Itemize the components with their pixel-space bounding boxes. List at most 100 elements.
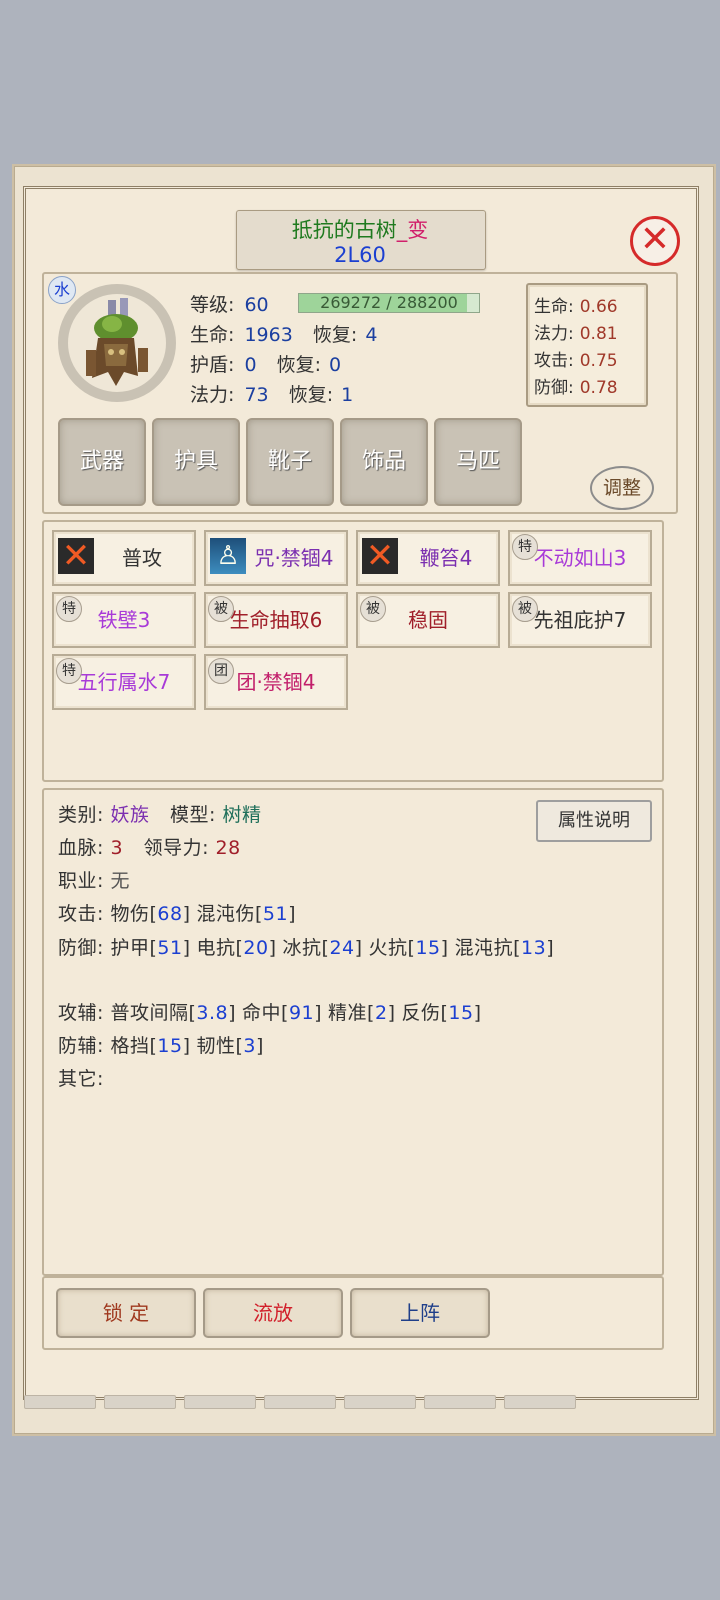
attr-item-value: 15 <box>448 1002 474 1024</box>
attr-item-bracket: ] <box>387 1002 396 1024</box>
attr-item: 反伤[15] <box>401 1002 481 1024</box>
growth-value: 0.78 <box>579 378 618 398</box>
skill-type-badge: 被 <box>512 596 538 622</box>
attr-item: 普攻间隔[3.8] <box>110 1002 236 1024</box>
skill-slot[interactable]: 特铁壁3 <box>52 592 196 648</box>
skill-slot[interactable]: ✕ 鞭笞4 <box>356 530 500 586</box>
lock-button[interactable]: 锁 定 <box>56 1288 196 1338</box>
attr-item: 电抗[20] <box>196 937 276 959</box>
attr-item-bracket: ] <box>314 1002 323 1024</box>
skill-type-badge: 团 <box>208 658 234 684</box>
attr-item-name: 韧性[ <box>196 1035 244 1057</box>
attr-item: 精准[2] <box>328 1002 395 1024</box>
attr-item-bracket: ] <box>256 1035 264 1057</box>
attr-item-value: 3.8 <box>196 1002 229 1024</box>
skill-slot[interactable]: ♙ 咒·禁锢4 <box>204 530 348 586</box>
skill-slot[interactable]: 被稳固 <box>356 592 500 648</box>
attr-item: 护甲[51] <box>110 937 190 959</box>
equip-slot-boots[interactable]: 靴子 <box>246 418 334 506</box>
attr-item-bracket: ] <box>354 937 363 959</box>
def-aux-label: 防辅: <box>58 1035 104 1057</box>
other-label: 其它: <box>58 1068 104 1090</box>
attr-item-bracket: ] <box>546 937 555 959</box>
hp-regen-value: 4 <box>365 324 378 346</box>
skill-type-badge: 特 <box>56 658 82 684</box>
hp-value: 1963 <box>244 324 293 346</box>
defense-label: 防御: <box>58 937 104 959</box>
level-label: 等级: <box>190 294 235 316</box>
skill-type-badge: 被 <box>208 596 234 622</box>
skill-type-badge: 特 <box>56 596 82 622</box>
skill-slot[interactable]: 特五行属水7 <box>52 654 196 710</box>
attr-item-bracket: ] <box>228 1002 237 1024</box>
tab-stub <box>344 1395 416 1409</box>
growth-row: 防御: 0.78 <box>534 373 618 398</box>
skill-slot[interactable]: 被生命抽取6 <box>204 592 348 648</box>
deploy-button[interactable]: 上阵 <box>350 1288 490 1338</box>
tab-stub <box>104 1395 176 1409</box>
close-icon: ✕ <box>639 219 671 260</box>
exp-text: 269272 / 288200 <box>320 293 458 312</box>
attack-items: 物伤[68] 混沌伤[51] <box>110 903 296 925</box>
attribute-explain-button[interactable]: 属性说明 <box>536 800 652 842</box>
skill-slot[interactable]: 被先祖庇护7 <box>508 592 652 648</box>
level-value: 60 <box>244 294 269 316</box>
skill-slot[interactable]: 团团·禁锢4 <box>204 654 348 710</box>
attack-label: 攻击: <box>58 903 104 925</box>
pet-portrait[interactable] <box>58 284 176 402</box>
equip-slot-accessory[interactable]: 饰品 <box>340 418 428 506</box>
release-button[interactable]: 流放 <box>203 1288 343 1338</box>
attr-item-value: 51 <box>262 903 289 925</box>
attr-item-name: 普攻间隔[ <box>110 1002 197 1024</box>
tree-creature-icon <box>86 298 148 386</box>
category-label: 类别: <box>58 804 104 826</box>
attr-item-bracket: ] <box>288 903 297 925</box>
equip-slot-armor[interactable]: 护具 <box>152 418 240 506</box>
attr-item-value: 15 <box>415 937 441 959</box>
attr-item-name: 物伤[ <box>110 903 158 925</box>
attr-item-name: 冰抗[ <box>282 937 330 959</box>
tab-stub <box>264 1395 336 1409</box>
skill-label: 五行属水7 <box>77 670 171 694</box>
skill-slot[interactable]: ✕ 普攻 <box>52 530 196 586</box>
mp-regen-value: 1 <box>341 384 354 406</box>
attr-item-value: 51 <box>157 937 183 959</box>
pet-level-code: 2L60 <box>334 243 386 267</box>
leadership-label: 领导力: <box>143 837 209 859</box>
attr-item-value: 20 <box>243 937 269 959</box>
attr-item-name: 混沌伤[ <box>196 903 263 925</box>
mp-row: 法力: 73 恢复: 1 <box>190 380 353 407</box>
attr-item-bracket: ] <box>182 903 191 925</box>
pet-name: 抵抗的古树_变 <box>291 218 429 242</box>
exp-bar: 269272 / 288200 <box>298 293 480 313</box>
attr-item-value: 24 <box>329 937 355 959</box>
skill-label: 团·禁锢4 <box>236 670 316 694</box>
category-value: 妖族 <box>110 804 150 826</box>
job-row: 职业: 无 <box>58 866 130 893</box>
leadership-value: 28 <box>215 837 241 859</box>
skill-type-badge: 被 <box>360 596 386 622</box>
atk-aux-row: 攻辅: 普攻间隔[3.8] 命中[91] 精准[2] 反伤[15] <box>58 998 658 1025</box>
skill-slot[interactable]: 特不动如山3 <box>508 530 652 586</box>
equip-slot-weapon[interactable]: 武器 <box>58 418 146 506</box>
attr-item-value: 15 <box>157 1035 183 1057</box>
mp-label: 法力: <box>190 384 235 406</box>
skill-label: 铁壁3 <box>97 608 151 632</box>
skill-label: 生命抽取6 <box>229 608 323 632</box>
shield-regen-label: 恢复: <box>276 354 321 376</box>
skill-label: 咒·禁锢4 <box>254 546 334 570</box>
skill-label: 不动如山3 <box>533 546 627 570</box>
level-row: 等级: 60 <box>190 290 269 317</box>
adjust-button[interactable]: 调整 <box>590 466 654 510</box>
bloodline-label: 血脉: <box>58 837 104 859</box>
attr-item-bracket: ] <box>268 937 277 959</box>
atk-aux-items: 普攻间隔[3.8] 命中[91] 精准[2] 反伤[15] <box>110 1002 481 1024</box>
close-button[interactable]: ✕ <box>630 216 680 266</box>
def-aux-items: 格挡[15] 韧性[3] <box>110 1035 263 1057</box>
category-row: 类别: 妖族 模型: 树精 <box>58 800 261 827</box>
job-label: 职业: <box>58 870 104 892</box>
attr-item: 韧性[3] <box>196 1035 263 1057</box>
figure-icon: ♙ <box>210 538 246 574</box>
equip-slot-horse[interactable]: 马匹 <box>434 418 522 506</box>
attr-item-value: 91 <box>288 1002 315 1024</box>
